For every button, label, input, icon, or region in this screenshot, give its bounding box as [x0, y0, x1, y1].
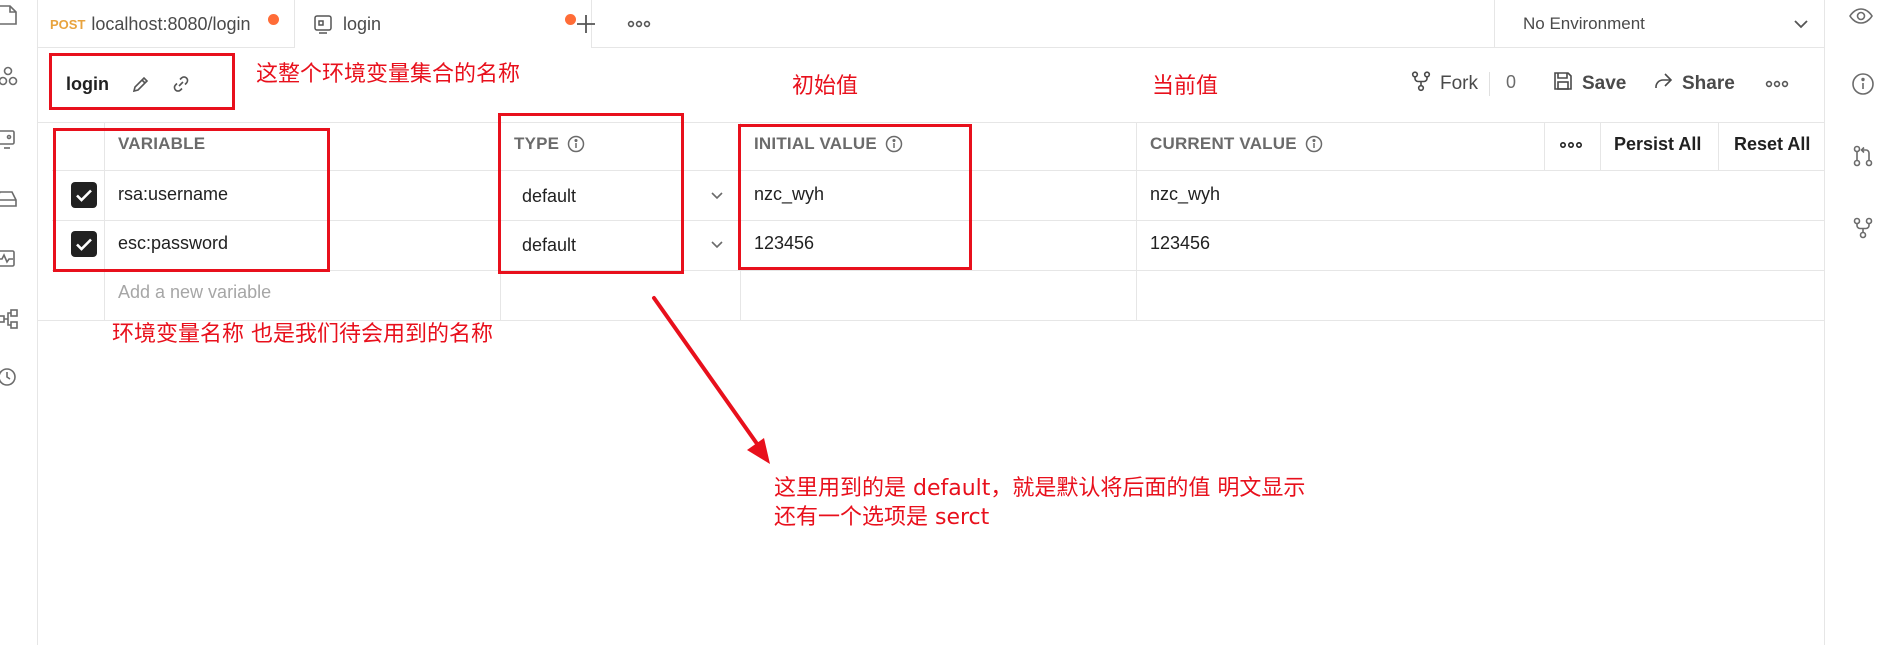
tab-label: login	[343, 13, 382, 34]
annotation-box-type	[498, 113, 684, 274]
annotation-type-line1: 这里用到的是 default，就是默认将后面的值 明文显示	[774, 476, 1306, 501]
add-variable-input[interactable]: Add a new variable	[118, 282, 271, 303]
chevron-down-icon[interactable]	[708, 186, 726, 204]
annotation-env-set-name: 这整个环境变量集合的名称	[256, 62, 521, 87]
unsaved-dot	[268, 14, 279, 25]
column-header-label: CURRENT VALUE	[1150, 134, 1297, 153]
column-divider	[1544, 122, 1545, 170]
new-tab-icon[interactable]	[572, 10, 600, 38]
share-icon	[1652, 70, 1682, 98]
save-label: Save	[1582, 73, 1627, 94]
table-more-icon[interactable]	[1558, 136, 1584, 154]
annotation-type-line2: 还有一个选项是 serct	[774, 505, 990, 530]
monitors-icon[interactable]	[0, 248, 22, 270]
environment-selector[interactable]: No Environment	[1494, 0, 1824, 48]
chevron-down-icon[interactable]	[708, 235, 726, 253]
mock-servers-icon[interactable]	[0, 188, 22, 210]
table-top-border	[38, 122, 1824, 123]
history-icon[interactable]	[0, 366, 22, 388]
column-divider	[1600, 122, 1601, 170]
tab-environment-login[interactable]: login	[294, 0, 592, 49]
persist-all-button[interactable]: Persist All	[1614, 134, 1701, 155]
annotation-arrow	[652, 296, 770, 464]
info-icon[interactable]	[1851, 72, 1875, 96]
share-label: Share	[1682, 73, 1735, 94]
new-file-icon[interactable]	[0, 4, 22, 26]
apis-icon[interactable]	[0, 66, 22, 88]
environment-selector-value: No Environment	[1523, 14, 1645, 33]
more-options-icon[interactable]	[1764, 72, 1790, 96]
fork-icon	[1410, 70, 1440, 98]
left-sidebar	[0, 0, 38, 645]
tab-post-login[interactable]: POST localhost:8080/login	[50, 0, 290, 48]
chevron-down-icon	[1791, 14, 1811, 34]
annotation-current-value: 当前值	[1152, 74, 1219, 99]
info-icon[interactable]	[1305, 135, 1323, 153]
current-value[interactable]: 123456	[1150, 233, 1210, 254]
flows-icon[interactable]	[0, 308, 22, 330]
annotation-initial-value: 初始值	[792, 74, 859, 99]
fork-divider	[1489, 72, 1490, 96]
share-button[interactable]: Share	[1652, 70, 1735, 98]
more-tabs-icon[interactable]	[626, 12, 652, 36]
pull-request-icon[interactable]	[1851, 144, 1875, 168]
fork-label: Fork	[1440, 73, 1478, 94]
tab-label: localhost:8080/login	[91, 13, 251, 34]
save-button[interactable]: Save	[1552, 70, 1626, 98]
save-icon	[1552, 70, 1582, 98]
fork-button[interactable]: Fork	[1410, 70, 1478, 98]
reset-all-button[interactable]: Reset All	[1734, 134, 1810, 155]
eye-icon[interactable]	[1849, 4, 1873, 28]
annotation-box-variable	[53, 128, 330, 272]
column-header-current-value: CURRENT VALUE	[1150, 134, 1323, 154]
column-divider	[1136, 122, 1137, 320]
fork-count: 0	[1506, 72, 1517, 92]
environment-icon	[313, 14, 333, 34]
fork-icon[interactable]	[1851, 216, 1875, 240]
environments-icon[interactable]	[0, 128, 22, 150]
right-sidebar	[1824, 0, 1898, 645]
annotation-box-initial-value	[738, 124, 972, 270]
column-divider	[1718, 122, 1719, 170]
current-value[interactable]: nzc_wyh	[1150, 184, 1220, 205]
annotation-variable-name: 环境变量名称 也是我们待会用到的名称	[112, 322, 493, 347]
annotation-box-env-name	[49, 53, 235, 110]
method-badge: POST	[50, 16, 86, 32]
